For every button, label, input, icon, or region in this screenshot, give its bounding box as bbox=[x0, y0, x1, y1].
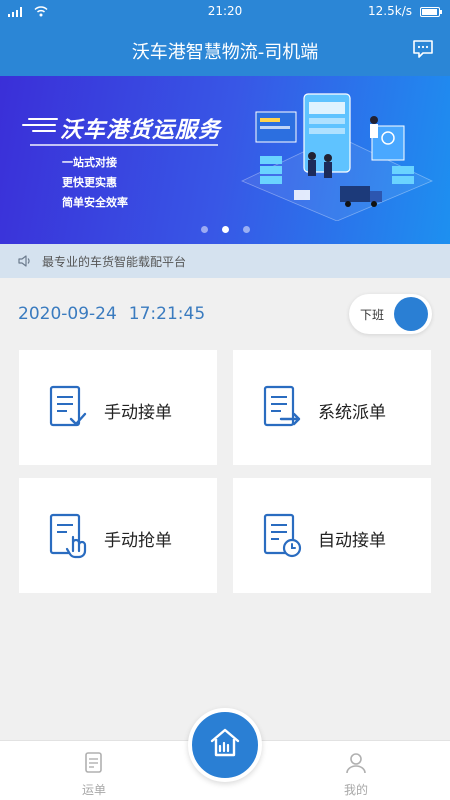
auto-accept-card[interactable]: 自动接单 bbox=[233, 478, 431, 593]
current-datetime: 2020-09-24 17:21:45 bbox=[18, 304, 205, 324]
home-button[interactable] bbox=[188, 708, 262, 782]
shift-toggle[interactable]: 下班 bbox=[349, 294, 432, 334]
status-bar: 21:20 12.5k/s bbox=[0, 0, 450, 24]
banner-line-1: 一站式对接 bbox=[62, 156, 117, 169]
current-date: 2020-09-24 bbox=[18, 304, 117, 324]
tab-label: 运单 bbox=[81, 783, 106, 797]
page-title: 沃车港智慧物流-司机端 bbox=[131, 42, 319, 63]
promo-banner[interactable]: 沃车港货运服务 一站式对接 更快更实惠 简单安全效率 bbox=[0, 76, 450, 244]
app-header: 沃车港智慧物流-司机端 bbox=[0, 24, 450, 76]
card-label: 自动接单 bbox=[318, 531, 386, 551]
toggle-knob[interactable] bbox=[394, 297, 428, 331]
current-time: 17:21:45 bbox=[128, 304, 206, 324]
tab-waybill[interactable]: 运单 bbox=[64, 751, 124, 798]
chat-bubble-icon[interactable] bbox=[412, 38, 434, 64]
carousel-dot-2[interactable] bbox=[221, 226, 229, 233]
logistics-illustration bbox=[241, 93, 433, 221]
carousel-dot-3[interactable] bbox=[242, 226, 250, 233]
battery-icon bbox=[420, 7, 442, 17]
card-label: 手动接单 bbox=[104, 403, 172, 423]
speaker-icon bbox=[18, 255, 32, 270]
banner-line-3: 简单安全效率 bbox=[62, 196, 128, 209]
manual-accept-card[interactable]: 手动接单 bbox=[19, 350, 217, 465]
banner-underline bbox=[30, 144, 218, 146]
banner-line-2: 更快更实惠 bbox=[62, 176, 117, 189]
waybill-icon bbox=[85, 752, 102, 773]
carousel-indicator[interactable] bbox=[0, 226, 450, 233]
manual-grab-card[interactable]: 手动抢单 bbox=[19, 478, 217, 593]
shift-toggle-label: 下班 bbox=[360, 308, 385, 322]
document-arrow-icon bbox=[263, 385, 303, 431]
card-label: 系统派单 bbox=[318, 403, 386, 423]
document-check-icon bbox=[49, 385, 89, 431]
document-clock-icon bbox=[263, 513, 303, 559]
notice-text: 最专业的车货智能载配平台 bbox=[42, 255, 187, 269]
tab-label: 我的 bbox=[343, 783, 368, 797]
system-dispatch-card[interactable]: 系统派单 bbox=[233, 350, 431, 465]
card-label: 手动抢单 bbox=[104, 531, 172, 551]
notice-bar[interactable]: 最专业的车货智能载配平台 bbox=[0, 244, 450, 278]
user-icon bbox=[346, 753, 366, 774]
banner-headline: 沃车港货运服务 bbox=[60, 117, 222, 143]
home-icon bbox=[210, 728, 240, 757]
document-tap-icon bbox=[49, 513, 89, 559]
speed-lines-decoration bbox=[22, 114, 62, 138]
tab-profile[interactable]: 我的 bbox=[326, 751, 386, 798]
network-speed: 12.5k/s bbox=[368, 4, 412, 18]
carousel-dot-1[interactable] bbox=[200, 226, 208, 233]
